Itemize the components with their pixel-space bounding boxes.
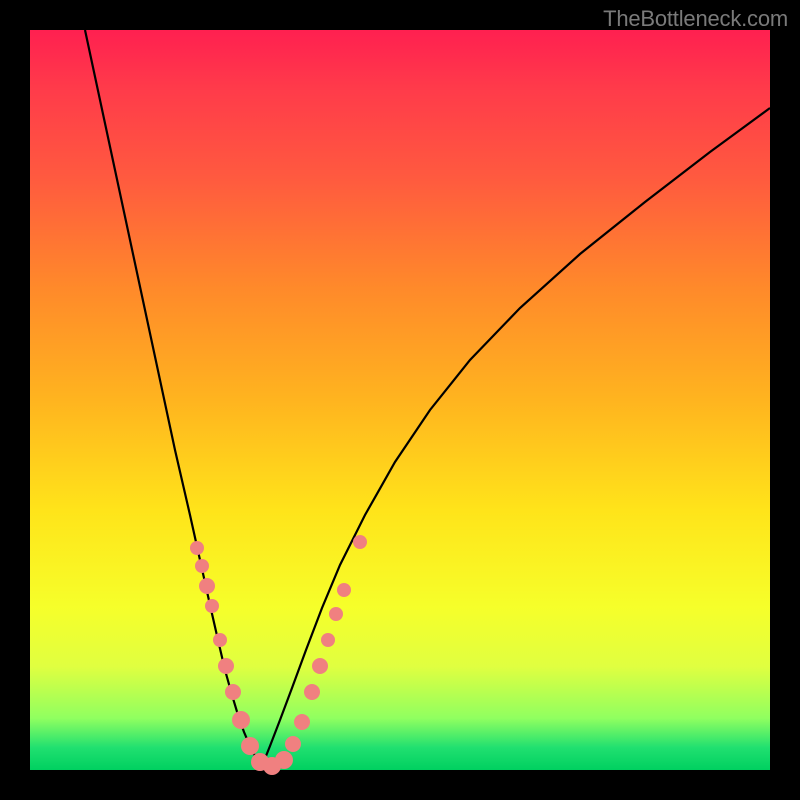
bead-point	[329, 607, 343, 621]
bead-point	[353, 535, 367, 549]
bead-point	[304, 684, 320, 700]
watermark-text: TheBottleneck.com	[603, 6, 788, 32]
bead-point	[312, 658, 328, 674]
bead-point	[241, 737, 259, 755]
bead-point	[190, 541, 204, 555]
beads-group	[190, 535, 367, 775]
bead-point	[195, 559, 209, 573]
bead-point	[199, 578, 215, 594]
bead-point	[213, 633, 227, 647]
bead-point	[232, 711, 250, 729]
plot-area	[30, 30, 770, 770]
bead-point	[218, 658, 234, 674]
curve-right	[262, 108, 770, 766]
bead-point	[321, 633, 335, 647]
bead-point	[285, 736, 301, 752]
bead-point	[205, 599, 219, 613]
plot-svg	[30, 30, 770, 770]
curve-left	[85, 30, 262, 766]
bead-point	[225, 684, 241, 700]
bead-point	[337, 583, 351, 597]
bead-point	[275, 751, 293, 769]
bead-point	[294, 714, 310, 730]
